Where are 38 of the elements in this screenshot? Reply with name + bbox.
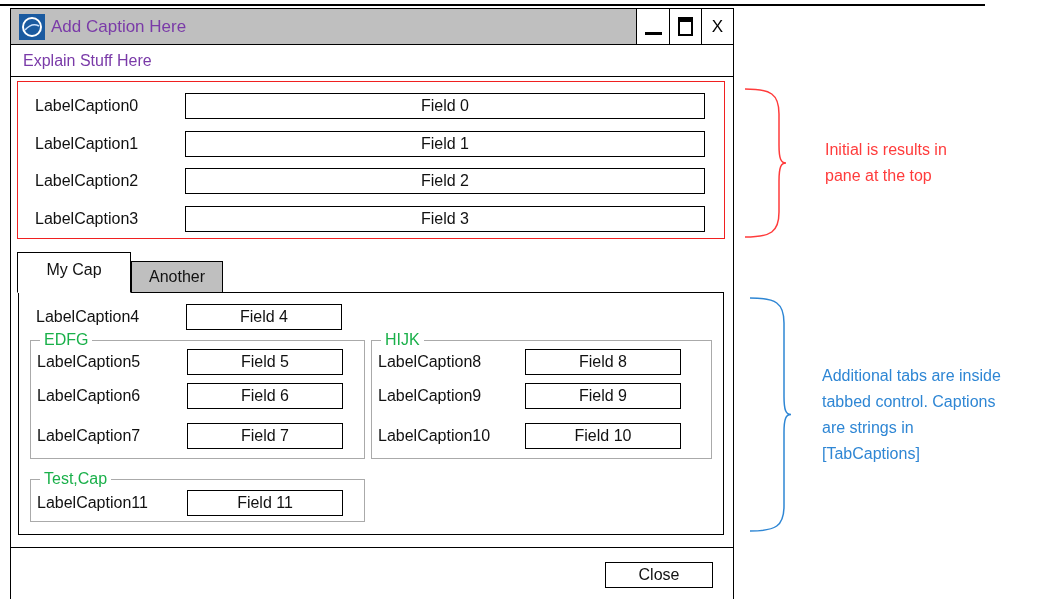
field-label: LabelCaption8 xyxy=(378,353,483,371)
text-field[interactable]: Field 1 xyxy=(185,130,705,157)
annotation-text: Additional tabs are inside tabbed control. Captions are strings in [TabCaptions] xyxy=(822,365,1002,464)
tab[interactable]: My Cap xyxy=(17,252,131,293)
text-field[interactable]: Field 3 xyxy=(185,206,705,233)
close-button[interactable]: Close xyxy=(605,562,713,588)
text-field[interactable]: Field 0 xyxy=(185,92,705,119)
text-field[interactable]: Field 9 xyxy=(525,383,681,409)
field-label: LabelCaption0 xyxy=(35,96,140,115)
globe-icon xyxy=(19,13,45,40)
field-label: LabelCaption2 xyxy=(35,172,140,191)
field-label: LabelCaption7 xyxy=(37,427,142,445)
text-field[interactable]: Field 10 xyxy=(525,423,681,449)
text-field[interactable]: Field 7 xyxy=(187,423,343,449)
field-label: LabelCaption1 xyxy=(35,134,140,153)
field-label: LabelCaption5 xyxy=(37,353,142,371)
text-field[interactable]: Field 11 xyxy=(187,490,343,516)
text-field[interactable]: Field 4 xyxy=(186,304,342,330)
field-label: LabelCaption4 xyxy=(36,308,141,326)
subtitle: Explain Stuff Here xyxy=(23,51,152,70)
text-field[interactable]: Field 6 xyxy=(187,383,343,409)
minimize-button[interactable] xyxy=(636,9,669,44)
text-field[interactable]: Field 5 xyxy=(187,349,343,375)
field-label: LabelCaption10 xyxy=(378,427,492,445)
tab[interactable]: Another xyxy=(131,261,224,293)
group-title: EDFG xyxy=(43,332,90,348)
group-title: Test,Cap xyxy=(43,471,109,487)
close-button[interactable]: X xyxy=(701,9,733,44)
text-field[interactable]: Field 8 xyxy=(525,349,681,375)
window-title: Add Caption Here xyxy=(51,16,188,37)
field-label: LabelCaption11 xyxy=(37,494,149,512)
field-label: LabelCaption9 xyxy=(378,387,483,405)
group-title: HIJK xyxy=(384,332,421,348)
field-label: LabelCaption3 xyxy=(35,210,140,229)
field-label: LabelCaption6 xyxy=(37,387,142,405)
annotation-text: Initial is results in pane at the top xyxy=(825,140,948,186)
text-field[interactable]: Field 2 xyxy=(185,168,705,195)
maximize-button[interactable] xyxy=(669,9,701,44)
